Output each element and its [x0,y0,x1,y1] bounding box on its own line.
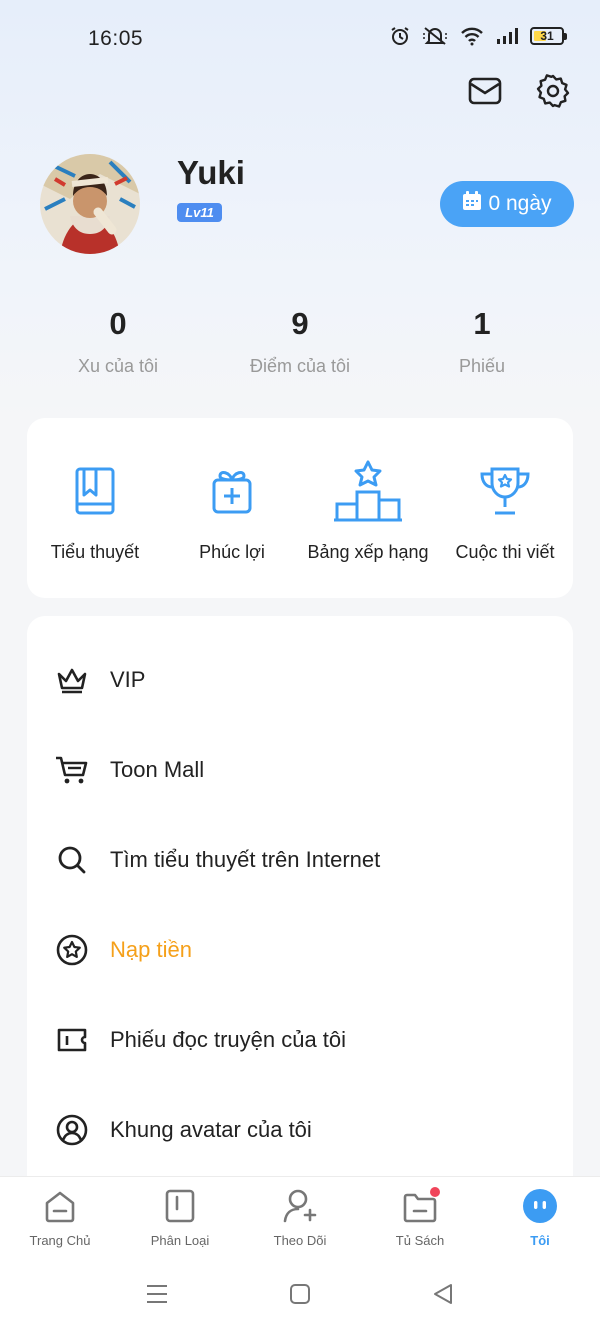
quick-link-novels[interactable]: Tiểu thuyết [20,460,170,563]
trophy-icon [430,460,580,522]
status-time: 16:05 [88,27,144,50]
home-icon [0,1187,120,1225]
hamburger-icon [146,1284,168,1309]
system-nav-bar [0,1258,600,1333]
mute-icon [422,26,448,46]
checkin-label: 0 ngày [488,192,552,215]
tab-label: Theo Dõi [273,1233,327,1248]
quick-link-writing-contest[interactable]: Cuộc thi viết [430,460,580,563]
battery-level: 31 [540,29,554,43]
bottom-tab-bar: Trang Chủ Phân Loại Theo Dõi Tủ Sách Tôi [0,1176,600,1258]
calendar-icon [462,191,482,217]
menu-item-vip[interactable]: VIP [27,635,573,725]
tab-me[interactable]: Tôi [480,1187,600,1248]
checkin-button[interactable]: 0 ngày [440,181,574,227]
wifi-icon [460,26,484,46]
avatar[interactable] [40,154,140,254]
podium-icon [293,460,443,522]
search-icon [55,843,89,877]
tab-bookshelf[interactable]: Tủ Sách [360,1187,480,1248]
stat-label: Phiếu [458,356,506,376]
settings-button[interactable] [534,73,572,114]
menu-item-label: VIP [110,667,146,692]
follow-icon [240,1187,360,1225]
stat-value: 0 [109,306,127,341]
tab-label: Tủ Sách [395,1233,445,1248]
menu-item-label: Nạp tiền [110,937,192,962]
menu-item-top-up[interactable]: Nạp tiền [27,905,573,995]
quick-link-ranking[interactable]: Bảng xếp hạng [293,460,443,563]
menu-item-label: Phiếu đọc truyện của tôi [110,1027,347,1052]
header-actions [466,73,572,114]
cart-icon [55,753,89,787]
home-nav-button[interactable] [288,1283,312,1310]
settings-icon [535,73,571,114]
quick-link-label: Phúc lợi [199,542,265,562]
stat-value: 1 [473,306,491,341]
book-icon [20,460,170,522]
menu-item-reading-tickets[interactable]: Phiếu đọc truyện của tôi [27,995,573,1085]
username: Yuki [177,154,245,191]
quick-link-label: Tiểu thuyết [50,542,140,562]
status-bar: 16:05 31 [0,0,600,76]
menu-nav-button[interactable] [145,1284,169,1308]
tab-follow[interactable]: Theo Dõi [240,1187,360,1248]
back-nav-button[interactable] [431,1283,455,1310]
signal-icon [496,27,518,45]
stat-coins[interactable]: 0 Xu của tôi [18,306,218,377]
quick-link-label: Cuộc thi viết [455,542,555,562]
menu-item-avatar-frame[interactable]: Khung avatar của tôi [27,1085,573,1175]
alarm-icon [390,26,410,46]
tab-home[interactable]: Trang Chủ [0,1187,120,1248]
quick-link-label: Bảng xếp hạng [307,542,429,562]
menu-item-label: Tìm tiểu thuyết trên Internet [110,847,381,872]
category-icon [120,1187,240,1225]
stat-label: Xu của tôi [77,356,159,376]
menu-item-label: Toon Mall [110,757,205,782]
level-badge: Lv11 [177,203,222,222]
stat-value: 9 [291,306,309,341]
back-triangle-icon [432,1283,454,1310]
profile-header: Yuki Lv11 0 ngày [40,152,574,256]
tab-category[interactable]: Phân Loại [120,1187,240,1248]
ticket-icon [55,1023,89,1057]
quick-link-welfare[interactable]: Phúc lợi [157,460,307,563]
stat-points[interactable]: 9 Điểm của tôi [200,306,400,377]
menu-item-toon-mall[interactable]: Toon Mall [27,725,573,815]
bookshelf-icon [360,1187,480,1225]
square-icon [289,1283,311,1310]
menu-item-label: Khung avatar của tôi [110,1117,312,1142]
tab-label: Trang Chủ [29,1233,91,1248]
menu-list: VIP Toon Mall Tìm tiểu thuyết trên Inter… [27,616,573,1216]
menu-item-search-internet[interactable]: Tìm tiểu thuyết trên Internet [27,815,573,905]
star-circle-icon [55,933,89,967]
me-icon [480,1187,600,1225]
quick-links-card: Tiểu thuyết Phúc lợi Bảng xếp hạng Cuộc … [27,418,573,598]
tab-label: Phân Loại [150,1233,210,1248]
avatar-frame-icon [55,1113,89,1147]
mail-button[interactable] [466,74,504,112]
crown-icon [55,663,89,697]
mail-icon [468,76,502,111]
gift-icon [157,460,307,522]
stat-label: Điểm của tôi [249,356,351,376]
battery-icon: 31 [530,27,567,45]
notification-badge [430,1187,440,1197]
status-icons: 31 [390,26,567,46]
tab-label: Tôi [530,1233,550,1248]
stat-tickets[interactable]: 1 Phiếu [382,306,582,377]
